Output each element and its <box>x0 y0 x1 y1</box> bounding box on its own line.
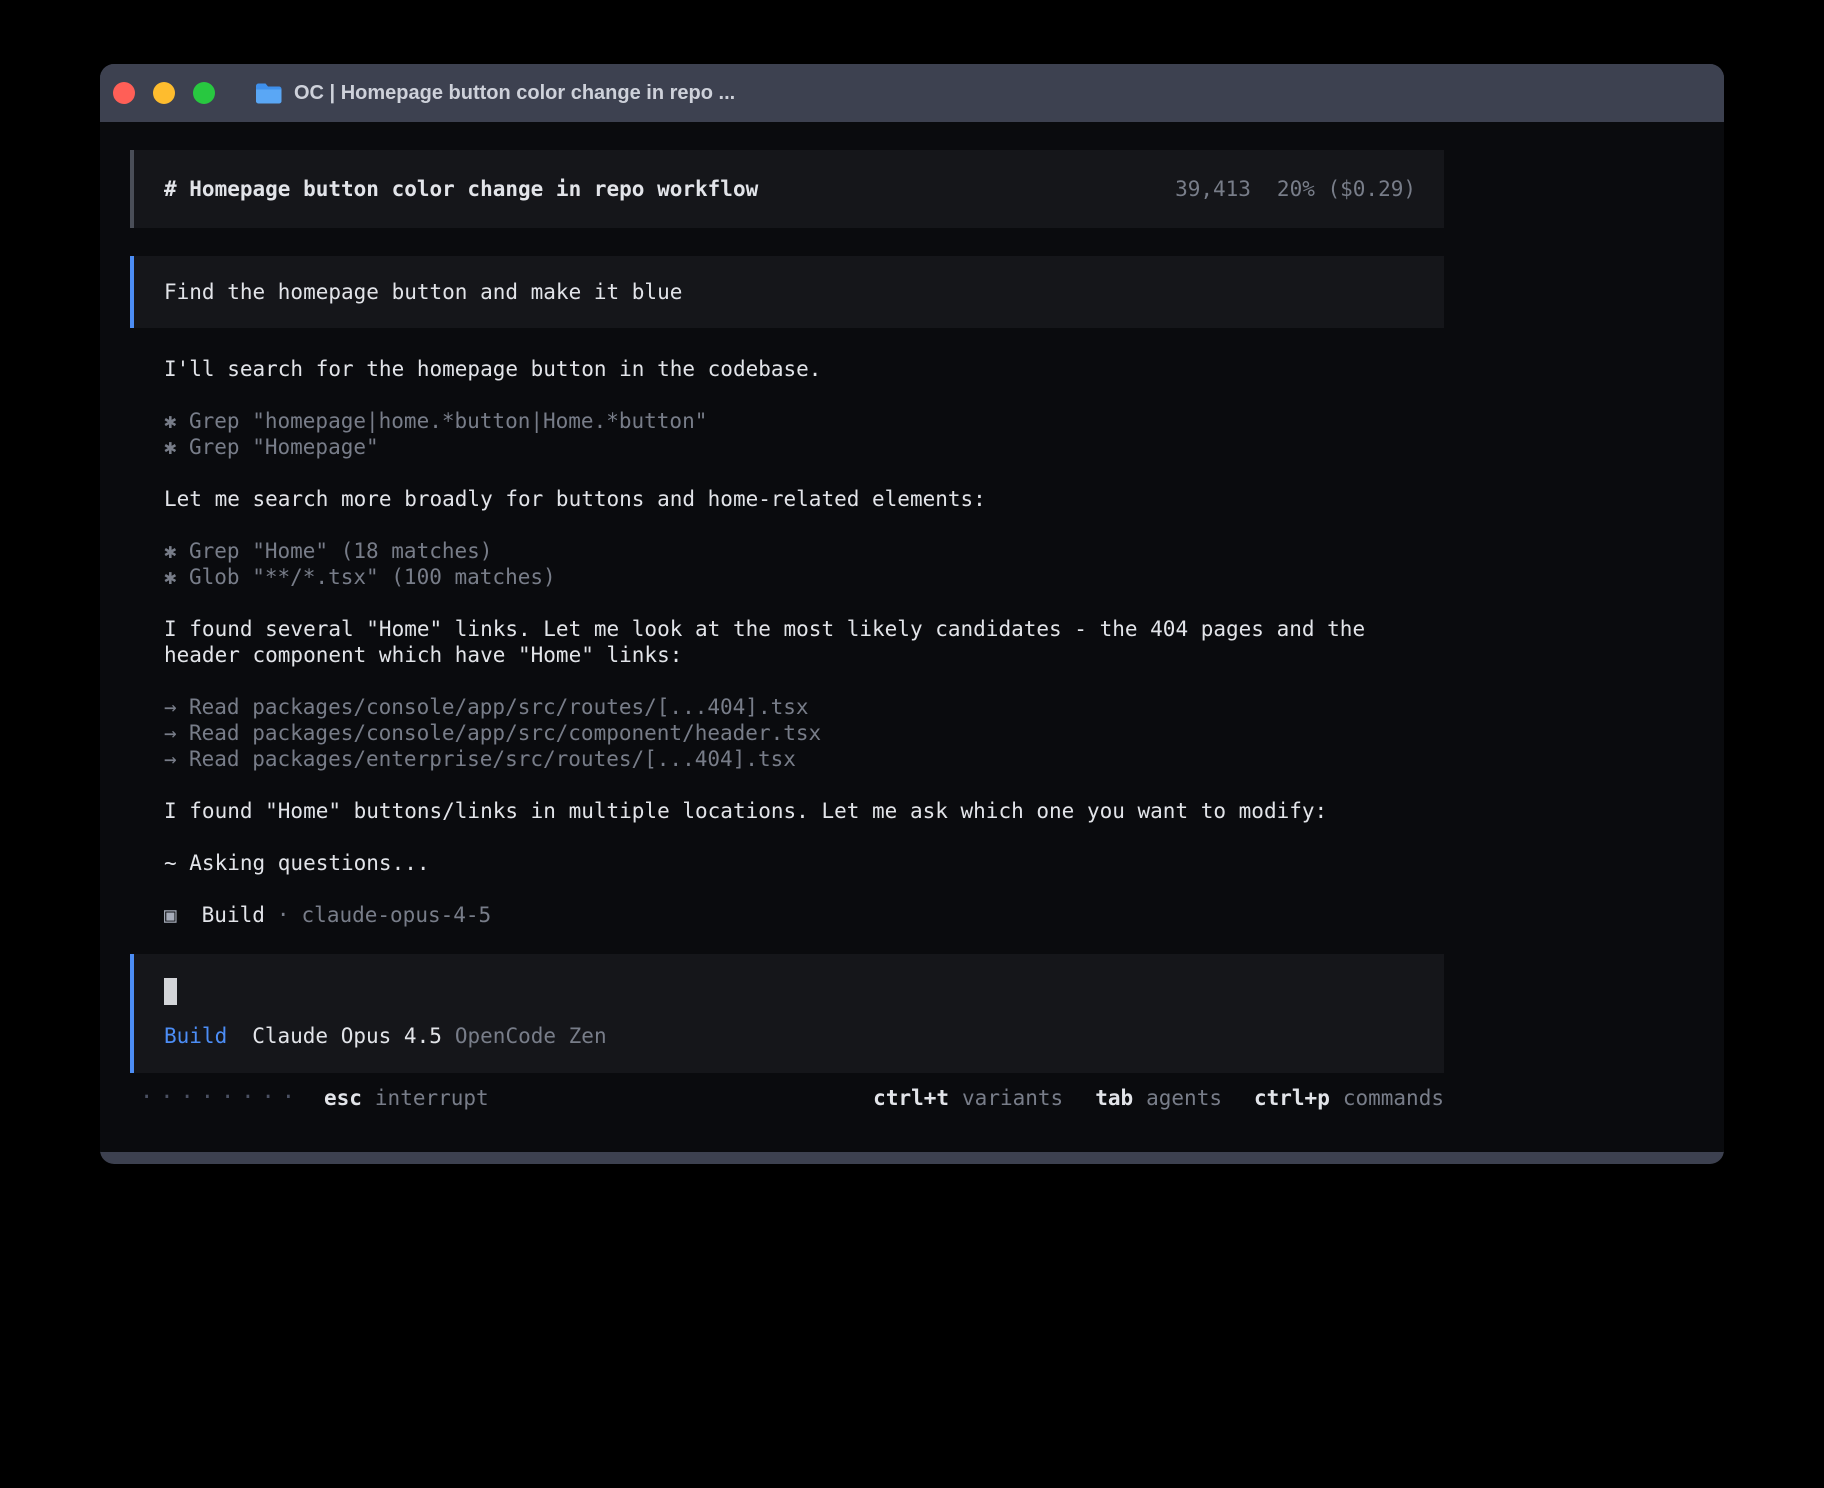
spinner-dots-icon: ········ <box>140 1085 302 1111</box>
session-stats: 39,413 20% ($0.29) <box>1175 176 1416 202</box>
status-bar: ········ esc interrupt ctrl+t variants t… <box>130 1085 1444 1111</box>
assistant-message: I found several "Home" links. Let me loo… <box>164 616 1444 668</box>
tool-call-line: ✱Grep "Home" (18 matches) <box>164 538 1444 564</box>
arrow-right-icon: → <box>164 694 189 720</box>
title-bar[interactable]: OC | Homepage button color change in rep… <box>100 64 1724 122</box>
esc-label: interrupt <box>375 1085 489 1111</box>
shortcut-key: ctrl+p <box>1254 1085 1330 1111</box>
active-agent-label[interactable]: Build <box>164 1024 227 1048</box>
active-model-label: Claude Opus 4.5 <box>252 1024 442 1048</box>
asterisk-icon: ✱ <box>164 434 189 460</box>
prompt-input[interactable]: Build Claude Opus 4.5 OpenCode Zen <box>130 954 1444 1073</box>
shortcut-label: commands <box>1343 1085 1444 1111</box>
asterisk-icon: ✱ <box>164 408 189 434</box>
conversation: I'll search for the homepage button in t… <box>164 356 1444 928</box>
context-usage: 20% ($0.29) <box>1277 176 1416 202</box>
tool-call-line: ✱Grep "homepage|home.*button|Home.*butto… <box>164 408 1444 434</box>
session-header: # Homepage button color change in repo w… <box>130 150 1444 228</box>
assistant-text: Let me search more broadly for buttons a… <box>164 486 1444 512</box>
tool-call-text: Grep "Homepage" <box>189 435 379 459</box>
session-content: # Homepage button color change in repo w… <box>100 122 1724 1111</box>
agent-part-icon: ▣ <box>164 902 177 928</box>
session-title: # Homepage button color change in repo w… <box>164 176 758 202</box>
separator-dot: · <box>277 902 290 928</box>
arrow-right-icon: → <box>164 746 189 772</box>
shortcut-commands: ctrl+p commands <box>1254 1085 1444 1111</box>
assistant-text: I found "Home" buttons/links in multiple… <box>164 798 1444 824</box>
zoom-button[interactable] <box>193 82 215 104</box>
asterisk-icon: ✱ <box>164 538 189 564</box>
tool-call-group: ✱Grep "Home" (18 matches) ✱Glob "**/*.ts… <box>164 538 1444 590</box>
tool-call-line: ✱Glob "**/*.tsx" (100 matches) <box>164 564 1444 590</box>
input-status-row: Build Claude Opus 4.5 OpenCode Zen <box>164 1023 1414 1049</box>
text-cursor <box>164 978 177 1005</box>
status-bar-right: ctrl+t variants tab agents ctrl+p comman… <box>873 1085 1444 1111</box>
asterisk-icon: ✱ <box>164 564 189 590</box>
tool-call-group: →Read packages/console/app/src/routes/[.… <box>164 694 1444 772</box>
terminal-window: OC | Homepage button color change in rep… <box>100 64 1724 1164</box>
folder-icon <box>255 83 282 104</box>
arrow-right-icon: → <box>164 720 189 746</box>
token-count: 39,413 <box>1175 176 1251 202</box>
minimize-button[interactable] <box>153 82 175 104</box>
assistant-text: I found several "Home" links. Let me loo… <box>164 616 1444 668</box>
tool-call-group: ✱Grep "homepage|home.*button|Home.*butto… <box>164 408 1444 460</box>
agent-name: Build <box>202 902 265 928</box>
agent-model: claude-opus-4-5 <box>302 902 492 928</box>
status-bar-left: ········ esc interrupt <box>140 1085 489 1111</box>
window-title: OC | Homepage button color change in rep… <box>294 82 735 105</box>
tool-call-text: Glob "**/*.tsx" (100 matches) <box>189 565 556 589</box>
assistant-text: I'll search for the homepage button in t… <box>164 356 1444 382</box>
user-message-text: Find the homepage button and make it blu… <box>164 280 682 304</box>
assistant-message: I'll search for the homepage button in t… <box>164 356 1444 382</box>
tool-call-text: Read packages/console/app/src/component/… <box>189 721 821 745</box>
tool-call-text: Grep "Home" (18 matches) <box>189 539 492 563</box>
shortcut-key: ctrl+t <box>873 1085 949 1111</box>
shortcut-agents: tab agents <box>1095 1085 1222 1111</box>
assistant-message: I found "Home" buttons/links in multiple… <box>164 798 1444 824</box>
tool-call-line: ✱Grep "Homepage" <box>164 434 1444 460</box>
tool-call-text: Read packages/enterprise/src/routes/[...… <box>189 747 796 771</box>
user-message: Find the homepage button and make it blu… <box>130 256 1444 328</box>
terminal-screen: # Homepage button color change in repo w… <box>100 122 1724 1152</box>
esc-key: esc <box>324 1085 362 1111</box>
shortcut-variants: ctrl+t variants <box>873 1085 1063 1111</box>
shortcut-label: variants <box>962 1085 1063 1111</box>
shortcut-label: agents <box>1146 1085 1222 1111</box>
tool-call-line: →Read packages/enterprise/src/routes/[..… <box>164 746 1444 772</box>
tool-call-line: →Read packages/console/app/src/component… <box>164 720 1444 746</box>
assistant-message: ~ Asking questions... <box>164 850 1444 876</box>
tool-call-text: Read packages/console/app/src/routes/[..… <box>189 695 809 719</box>
provider-label: OpenCode Zen <box>455 1024 607 1048</box>
assistant-status-text: ~ Asking questions... <box>164 850 1444 876</box>
agent-status: ▣ Build · claude-opus-4-5 <box>164 902 1444 928</box>
tool-call-text: Grep "homepage|home.*button|Home.*button… <box>189 409 707 433</box>
shortcut-key: tab <box>1095 1085 1133 1111</box>
close-button[interactable] <box>113 82 135 104</box>
assistant-message: Let me search more broadly for buttons a… <box>164 486 1444 512</box>
tool-call-line: →Read packages/console/app/src/routes/[.… <box>164 694 1444 720</box>
